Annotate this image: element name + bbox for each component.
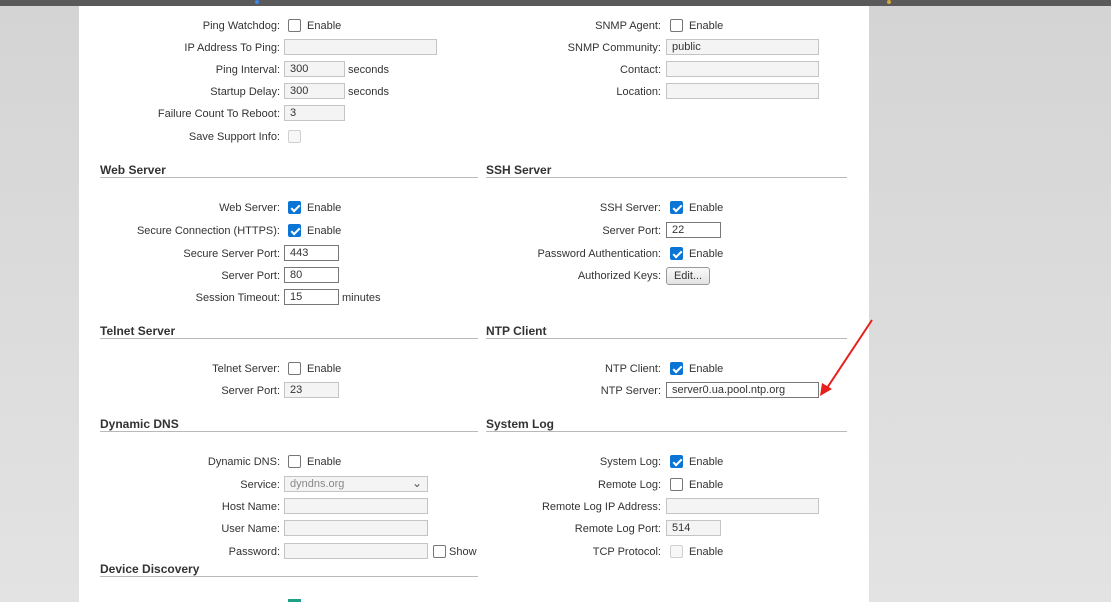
annotation-arrow (820, 319, 873, 396)
annotation-arrow-shaft (826, 319, 873, 389)
